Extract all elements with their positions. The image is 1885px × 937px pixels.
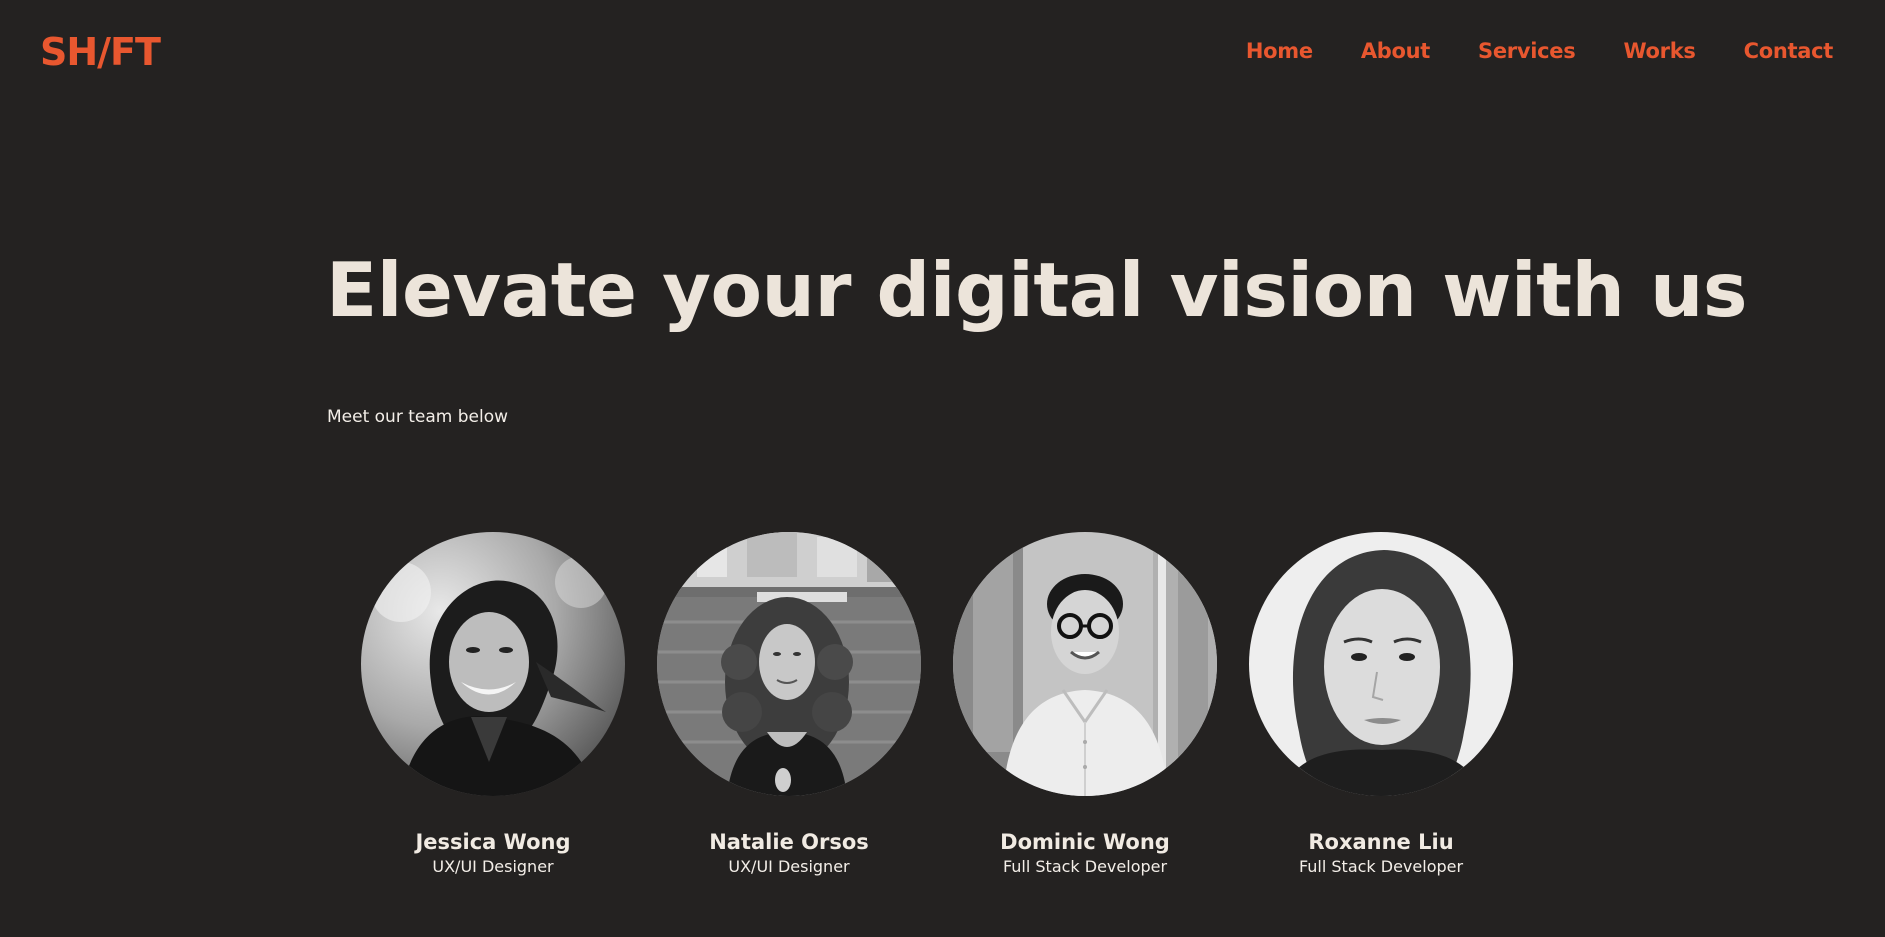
member-name: Jessica Wong — [415, 830, 571, 854]
member-photo — [361, 532, 625, 796]
page: SH/FT Home About Services Works Contact … — [0, 0, 1885, 937]
member-name: Natalie Orsos — [709, 830, 869, 854]
hero-title: Elevate your digital vision with us — [326, 246, 1747, 334]
nav-home-link[interactable]: Home — [1246, 36, 1313, 66]
hero-subtitle: Meet our team below — [327, 407, 509, 427]
member-photo — [657, 532, 921, 796]
nav-contact-link[interactable]: Contact — [1744, 36, 1834, 66]
nav-works-link[interactable]: Works — [1623, 36, 1695, 66]
member-role: UX/UI Designer — [728, 857, 850, 876]
member-role: Full Stack Developer — [1002, 857, 1168, 876]
team-member-jessica-wong: Jessica Wong UX/UI Designer — [361, 532, 625, 878]
member-name: Dominic Wong — [1000, 830, 1170, 854]
team-member-dominic-wong: Dominic Wong Full Stack Developer — [953, 532, 1217, 878]
member-photo — [953, 532, 1217, 796]
member-photo — [1249, 532, 1513, 796]
nav-about-link[interactable]: About — [1361, 36, 1431, 66]
member-role: Full Stack Developer — [1298, 857, 1464, 876]
team-member-roxanne-liu: Roxanne Liu Full Stack Developer — [1249, 532, 1513, 878]
site-logo[interactable]: SH/FT — [40, 28, 161, 76]
member-role: UX/UI Designer — [432, 857, 554, 876]
main-nav: Home About Services Works Contact — [1198, 36, 1833, 66]
member-name: Roxanne Liu — [1308, 830, 1454, 854]
team-list: Jessica Wong UX/UI Designer Natalie Orso… — [361, 532, 1513, 878]
team-member-natalie-orsos: Natalie Orsos UX/UI Designer — [657, 532, 921, 878]
nav-services-link[interactable]: Services — [1478, 36, 1576, 66]
